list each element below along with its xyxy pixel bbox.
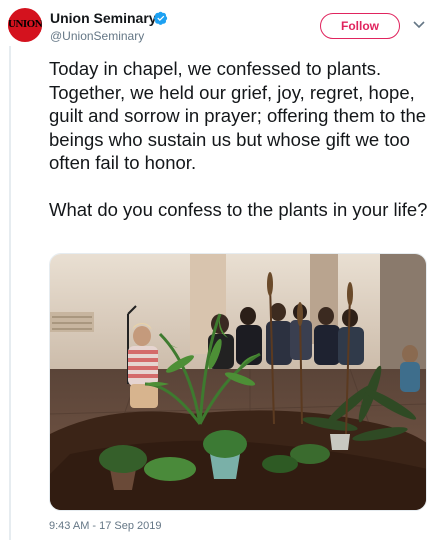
display-name[interactable]: Union Seminary <box>50 10 157 26</box>
tweet-photo[interactable] <box>49 253 427 511</box>
avatar[interactable]: UNION <box>8 8 42 42</box>
chevron-down-icon[interactable] <box>413 20 425 30</box>
verified-badge-icon <box>154 11 168 25</box>
tweet-text: Today in chapel, we confessed to plants.… <box>49 58 428 220</box>
tweet-header: UNION Union Seminary @UnionSeminary Foll… <box>0 0 438 48</box>
handle[interactable]: @UnionSeminary <box>50 29 144 43</box>
thread-line <box>9 46 11 540</box>
chapel-plants-photo <box>50 254 426 510</box>
timestamp[interactable]: 9:43 AM - 17 Sep 2019 <box>49 520 162 532</box>
follow-button[interactable]: Follow <box>320 13 400 39</box>
avatar-logo-text: UNION <box>8 18 42 30</box>
